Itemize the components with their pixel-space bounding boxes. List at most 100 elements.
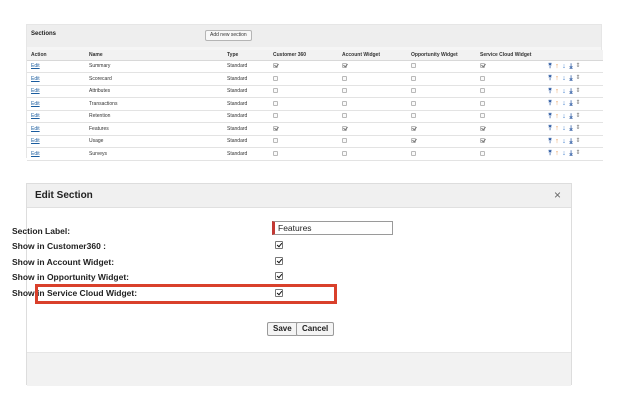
edit-link[interactable]: Edit <box>31 138 40 144</box>
section-type: Standard <box>223 97 269 111</box>
account-widget-checkbox[interactable] <box>342 150 347 156</box>
cancel-button[interactable]: Cancel <box>296 322 335 336</box>
checkbox-cell <box>407 110 476 123</box>
move-up-icon[interactable]: ↑ <box>554 88 560 95</box>
opportunity-widget-checkbox[interactable] <box>411 100 416 106</box>
customer-360-checkbox[interactable] <box>273 63 278 69</box>
customer-360-checkbox[interactable] <box>273 75 278 81</box>
drag-reorder-icon[interactable]: ⇕ <box>575 138 581 145</box>
move-down-icon[interactable]: ↓ <box>561 75 567 82</box>
customer-360-checkbox[interactable] <box>273 88 278 94</box>
drag-reorder-icon[interactable]: ⇕ <box>575 100 581 107</box>
table-row: Edit Transactions Standard ⤒ ↑ ↓ ⤓ ⇕ <box>27 97 603 111</box>
move-down-icon[interactable]: ↓ <box>561 63 567 70</box>
opportunity-widget-checkbox[interactable] <box>411 150 416 156</box>
section-label-input[interactable] <box>272 221 393 235</box>
move-up-icon[interactable]: ↑ <box>554 150 560 157</box>
service-cloud-widget-checkbox[interactable] <box>480 125 485 131</box>
drag-reorder-icon[interactable]: ⇕ <box>575 88 581 95</box>
move-top-icon[interactable]: ⤒ <box>547 100 553 107</box>
account-widget-checkbox[interactable] <box>342 113 347 119</box>
move-down-icon[interactable]: ↓ <box>561 113 567 120</box>
account-widget-checkbox[interactable] <box>342 75 347 81</box>
move-bottom-icon[interactable]: ⤓ <box>568 63 574 70</box>
checkbox-cell <box>476 147 543 161</box>
drag-reorder-icon[interactable]: ⇕ <box>575 63 581 70</box>
move-top-icon[interactable]: ⤒ <box>547 150 553 157</box>
move-top-icon[interactable]: ⤒ <box>547 138 553 145</box>
move-up-icon[interactable]: ↑ <box>554 75 560 82</box>
account-widget-checkbox[interactable] <box>342 100 347 106</box>
move-bottom-icon[interactable]: ⤓ <box>568 88 574 95</box>
account-widget-checkbox[interactable] <box>342 138 347 144</box>
customer-360-checkbox[interactable] <box>273 100 278 106</box>
reorder-controls: ⤒ ↑ ↓ ⤓ ⇕ <box>543 72 603 86</box>
edit-link[interactable]: Edit <box>31 76 40 82</box>
move-down-icon[interactable]: ↓ <box>561 100 567 107</box>
col-type: Type <box>223 50 269 61</box>
account-widget-checkbox[interactable] <box>342 88 347 94</box>
edit-link[interactable]: Edit <box>31 151 40 157</box>
move-down-icon[interactable]: ↓ <box>561 125 567 132</box>
move-up-icon[interactable]: ↑ <box>554 63 560 70</box>
customer-360-checkbox[interactable] <box>273 113 278 119</box>
section-type: Standard <box>223 135 269 148</box>
opportunity-widget-checkbox[interactable] <box>411 113 416 119</box>
opportunity-widget-checkbox[interactable] <box>411 138 416 144</box>
edit-link[interactable]: Edit <box>31 88 40 94</box>
section-type: Standard <box>223 85 269 98</box>
account-widget-checkbox[interactable] <box>342 125 347 131</box>
move-top-icon[interactable]: ⤒ <box>547 63 553 70</box>
opportunity-widget-checkbox[interactable] <box>411 75 416 81</box>
checkbox-cell <box>338 147 407 161</box>
checkbox-opportunity-widget[interactable] <box>275 272 283 280</box>
edit-link[interactable]: Edit <box>31 101 40 107</box>
move-top-icon[interactable]: ⤒ <box>547 75 553 82</box>
move-up-icon[interactable]: ↑ <box>554 138 560 145</box>
service-cloud-widget-checkbox[interactable] <box>480 150 485 156</box>
service-cloud-widget-checkbox[interactable] <box>480 75 485 81</box>
opportunity-widget-checkbox[interactable] <box>411 125 416 131</box>
opportunity-widget-checkbox[interactable] <box>411 88 416 94</box>
service-cloud-widget-checkbox[interactable] <box>480 88 485 94</box>
move-up-icon[interactable]: ↑ <box>554 113 560 120</box>
drag-reorder-icon[interactable]: ⇕ <box>575 125 581 132</box>
save-button[interactable]: Save <box>267 322 298 336</box>
add-new-section-button[interactable]: Add new section <box>205 30 252 41</box>
checkbox-cell <box>476 110 543 123</box>
move-down-icon[interactable]: ↓ <box>561 88 567 95</box>
service-cloud-widget-checkbox[interactable] <box>480 63 485 69</box>
service-cloud-widget-checkbox[interactable] <box>480 138 485 144</box>
drag-reorder-icon[interactable]: ⇕ <box>575 75 581 82</box>
customer-360-checkbox[interactable] <box>273 125 278 131</box>
edit-link[interactable]: Edit <box>31 113 40 119</box>
service-cloud-widget-checkbox[interactable] <box>480 100 485 106</box>
section-label-label: Section Label: <box>12 226 71 236</box>
move-top-icon[interactable]: ⤒ <box>547 125 553 132</box>
drag-reorder-icon[interactable]: ⇕ <box>575 150 581 157</box>
edit-link[interactable]: Edit <box>31 63 40 69</box>
section-name: Surveys <box>85 147 223 161</box>
account-widget-checkbox[interactable] <box>342 63 347 69</box>
move-bottom-icon[interactable]: ⤓ <box>568 100 574 107</box>
drag-reorder-icon[interactable]: ⇕ <box>575 113 581 120</box>
move-up-icon[interactable]: ↑ <box>554 100 560 107</box>
move-top-icon[interactable]: ⤒ <box>547 88 553 95</box>
move-bottom-icon[interactable]: ⤓ <box>568 75 574 82</box>
move-bottom-icon[interactable]: ⤓ <box>568 125 574 132</box>
move-top-icon[interactable]: ⤒ <box>547 113 553 120</box>
customer-360-checkbox[interactable] <box>273 138 278 144</box>
move-up-icon[interactable]: ↑ <box>554 125 560 132</box>
opportunity-widget-checkbox[interactable] <box>411 63 416 69</box>
service-cloud-widget-checkbox[interactable] <box>480 113 485 119</box>
checkbox-customer360[interactable] <box>275 241 283 249</box>
move-bottom-icon[interactable]: ⤓ <box>568 138 574 145</box>
customer-360-checkbox[interactable] <box>273 150 278 156</box>
checkbox-account-widget[interactable] <box>275 257 283 265</box>
move-down-icon[interactable]: ↓ <box>561 138 567 145</box>
move-down-icon[interactable]: ↓ <box>561 150 567 157</box>
move-bottom-icon[interactable]: ⤓ <box>568 113 574 120</box>
close-icon[interactable]: × <box>554 188 561 202</box>
move-bottom-icon[interactable]: ⤓ <box>568 150 574 157</box>
edit-link[interactable]: Edit <box>31 126 40 132</box>
